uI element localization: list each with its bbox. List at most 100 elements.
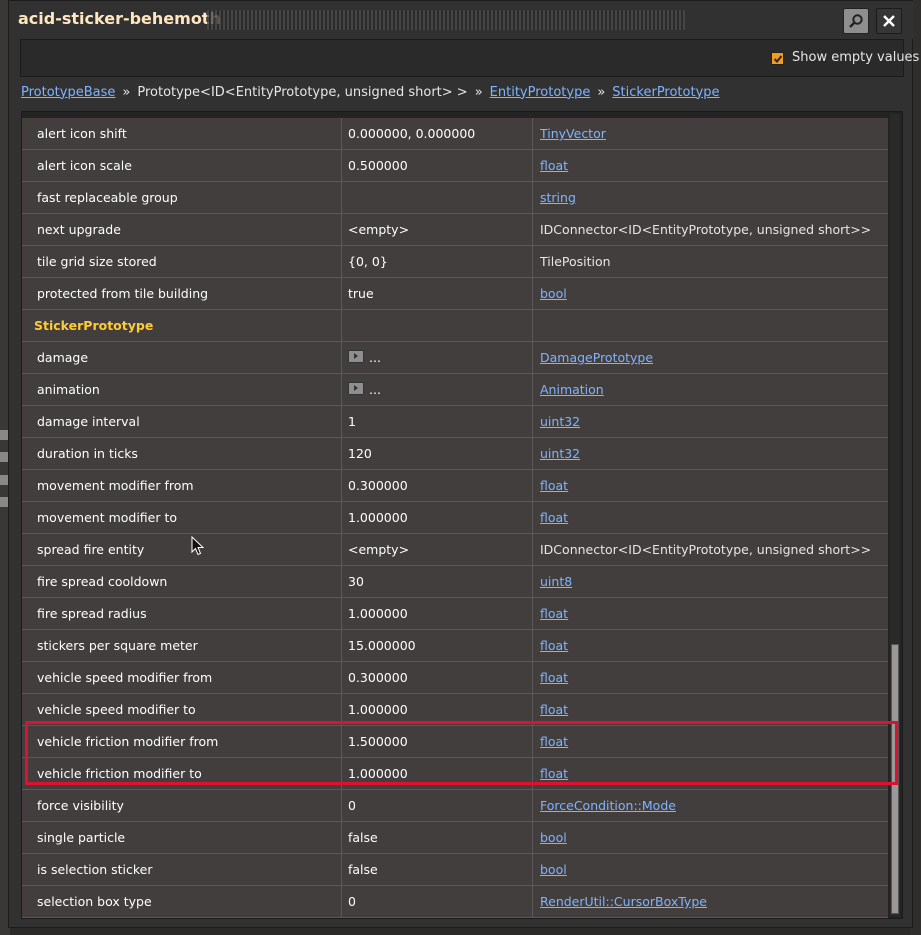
property-type: TinyVector xyxy=(540,118,890,149)
table-row: animation... Animation xyxy=(22,374,888,406)
magnifier-icon xyxy=(849,14,863,28)
title-bar[interactable]: acid-sticker-behemoth xyxy=(9,1,914,39)
type-link[interactable]: TinyVector xyxy=(540,126,606,141)
property-value: ... xyxy=(348,374,528,405)
vertical-scrollbar[interactable] xyxy=(890,114,900,916)
type-link[interactable]: ForceCondition::Mode xyxy=(540,798,676,813)
column-divider xyxy=(532,662,533,693)
drag-handle[interactable] xyxy=(207,10,685,30)
type-link[interactable]: float xyxy=(540,606,568,621)
table-row: fast replaceable group string xyxy=(22,182,888,214)
property-value: true xyxy=(348,278,528,309)
property-name: protected from tile building xyxy=(37,286,209,301)
breadcrumb: PrototypeBase » Prototype<ID<EntityProto… xyxy=(21,81,720,103)
property-type: DamagePrototype xyxy=(540,342,890,373)
breadcrumb-separator: » xyxy=(122,84,131,100)
type-link[interactable]: float xyxy=(540,702,568,717)
property-value xyxy=(348,310,528,341)
column-divider xyxy=(532,278,533,309)
breadcrumb-link-entityprototype[interactable]: EntityPrototype xyxy=(490,85,591,100)
table-row: damage interval 1 uint32 xyxy=(22,406,888,438)
property-value: false xyxy=(348,822,528,853)
property-value-text: 0.000000, 0.000000 xyxy=(348,126,476,141)
property-value-text: true xyxy=(348,286,374,301)
breadcrumb-item-prototype: Prototype<ID<EntityPrototype, unsigned s… xyxy=(137,84,468,100)
property-value: 0 xyxy=(348,886,528,917)
property-value-text: <empty> xyxy=(348,542,410,557)
property-value: 1 xyxy=(348,406,528,437)
scrollbar-thumb[interactable] xyxy=(891,644,899,914)
column-divider xyxy=(532,150,533,181)
property-value-text: ... xyxy=(369,350,381,365)
type-link[interactable]: float xyxy=(540,638,568,653)
breadcrumb-link-prototypebase[interactable]: PrototypeBase xyxy=(21,85,115,100)
property-value-text: 0 xyxy=(348,894,356,909)
property-name: stickers per square meter xyxy=(37,638,198,653)
expand-arrow-icon[interactable] xyxy=(348,382,364,395)
search-button[interactable] xyxy=(843,8,869,34)
property-value xyxy=(348,182,528,213)
type-link[interactable]: bool xyxy=(540,286,567,301)
column-divider xyxy=(532,246,533,277)
type-link[interactable]: bool xyxy=(540,830,567,845)
table-row: spread fire entity <empty> IDConnector<ID<… xyxy=(22,534,888,566)
table-row: vehicle friction modifier from 1.500000 fl… xyxy=(22,726,888,758)
table-row: fire spread cooldown 30 uint8 xyxy=(22,566,888,598)
property-value-text: <empty> xyxy=(348,222,410,237)
type-link[interactable]: float xyxy=(540,734,568,749)
column-divider xyxy=(341,310,342,341)
type-link[interactable]: string xyxy=(540,190,576,205)
property-value-text: false xyxy=(348,830,378,845)
breadcrumb-separator: » xyxy=(597,84,606,100)
type-link[interactable]: float xyxy=(540,670,568,685)
property-name: vehicle friction modifier from xyxy=(37,734,219,749)
type-link[interactable]: bool xyxy=(540,862,567,877)
section-header-row: StickerPrototype xyxy=(22,310,888,342)
table-row: stickers per square meter 15.000000 float xyxy=(22,630,888,662)
column-divider xyxy=(532,726,533,757)
property-type: Animation xyxy=(540,374,890,405)
column-divider xyxy=(532,630,533,661)
type-text: IDConnector<ID<EntityPrototype, unsigned… xyxy=(540,222,872,237)
type-link[interactable]: float xyxy=(540,158,568,173)
property-name: spread fire entity xyxy=(37,542,145,557)
table-row: is selection sticker false bool xyxy=(22,854,888,886)
column-divider xyxy=(532,438,533,469)
property-type: ForceCondition::Mode xyxy=(540,790,890,821)
type-link[interactable]: uint32 xyxy=(540,446,580,461)
type-link[interactable]: Animation xyxy=(540,382,604,397)
background-tile xyxy=(0,452,8,462)
property-type: float xyxy=(540,630,890,661)
property-table: alert icon shift 0.000000, 0.000000 TinyVe… xyxy=(21,111,903,919)
property-value: 1.000000 xyxy=(348,758,528,789)
close-icon xyxy=(883,15,895,27)
options-bar: Show empty values xyxy=(20,39,919,77)
property-name: movement modifier from xyxy=(37,478,194,493)
property-name: fast replaceable group xyxy=(37,190,178,205)
type-link[interactable]: uint8 xyxy=(540,574,572,589)
type-text: TilePosition xyxy=(540,254,611,269)
show-empty-values-checkbox[interactable] xyxy=(771,52,784,65)
property-value: <empty> xyxy=(348,534,528,565)
property-name: fire spread cooldown xyxy=(37,574,168,589)
property-name: vehicle speed modifier from xyxy=(37,670,213,685)
close-button[interactable] xyxy=(876,8,902,34)
table-row: protected from tile building true bool xyxy=(22,278,888,310)
type-link[interactable]: uint32 xyxy=(540,414,580,429)
type-link[interactable]: DamagePrototype xyxy=(540,350,653,365)
property-value: 30 xyxy=(348,566,528,597)
breadcrumb-link-stickerprototype[interactable]: StickerPrototype xyxy=(612,85,719,100)
mouse-cursor-icon xyxy=(191,536,204,556)
property-type xyxy=(540,310,890,341)
property-value-text: 15.000000 xyxy=(348,638,416,653)
type-link[interactable]: RenderUtil::CursorBoxType xyxy=(540,894,707,909)
expand-arrow-icon[interactable] xyxy=(348,350,364,363)
property-type: IDConnector<ID<EntityPrototype, unsigned… xyxy=(540,534,890,565)
type-link[interactable]: float xyxy=(540,766,568,781)
property-type: float xyxy=(540,662,890,693)
column-divider xyxy=(532,310,533,341)
show-empty-values-label[interactable]: Show empty values xyxy=(792,50,919,65)
type-link[interactable]: float xyxy=(540,510,568,525)
window-title: acid-sticker-behemoth xyxy=(18,9,221,28)
type-link[interactable]: float xyxy=(540,478,568,493)
